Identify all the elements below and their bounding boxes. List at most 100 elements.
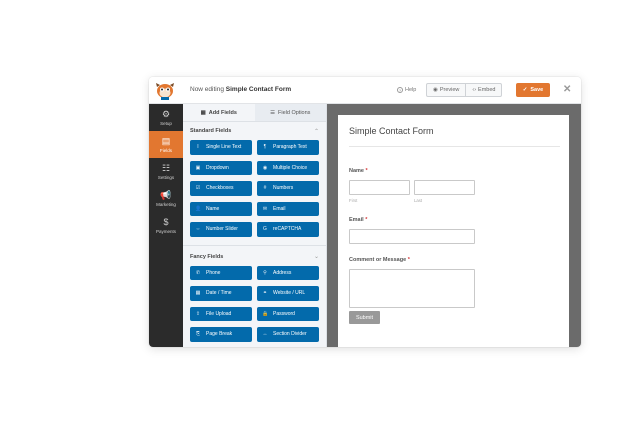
field-button-checkboxes[interactable]: ☑ Checkboxes [190, 181, 252, 196]
password-icon: 🔒 [262, 310, 269, 317]
field-button-address[interactable]: ⚲ Address [257, 265, 319, 280]
email-field-label: Email * [349, 217, 367, 223]
required-mark: * [407, 257, 410, 263]
close-icon[interactable]: ✕ [563, 84, 571, 96]
number-slider-icon: ⇔ [195, 226, 201, 233]
field-button-label: Number Slider [206, 226, 238, 233]
check-icon: ✓ [522, 87, 528, 93]
name-field-label: Name * [349, 168, 368, 174]
email-input[interactable] [349, 229, 475, 244]
field-button-label: Password [273, 310, 295, 317]
comment-textarea[interactable] [349, 269, 475, 308]
field-button-file-upload[interactable]: ⇪ File Upload [190, 306, 252, 321]
tab-field-options[interactable]: ☰ Field Options [254, 104, 326, 121]
help-icon: ? [397, 87, 403, 93]
field-button-phone[interactable]: ✆ Phone [190, 265, 252, 280]
single-line-text-icon: I [197, 144, 199, 151]
first-sublabel: First [349, 198, 358, 203]
field-button-label: Name [206, 205, 220, 212]
field-button-website-url[interactable]: ⚭ Website / URL [257, 286, 319, 301]
form-preview-page: Simple Contact Form Name * First Last Em… [338, 115, 569, 347]
field-button-email[interactable]: ✉ Email [257, 201, 319, 216]
embed-label: Embed [478, 87, 496, 93]
fields-icon: ▤ [161, 135, 171, 146]
panel-tabs: ▦ Add Fields ☰ Field Options [183, 104, 326, 122]
editing-prefix: Now editing [190, 86, 224, 93]
sidebar-item-setup[interactable]: ⚙ Setup [149, 104, 183, 131]
sidebar-item-label: Marketing [156, 201, 176, 207]
preview-button[interactable]: ◉ Preview [427, 84, 465, 96]
gear-icon: ⚙ [161, 108, 171, 119]
first-name-input[interactable] [349, 180, 410, 195]
field-button-date-time[interactable]: ▦ Date / Time [190, 286, 252, 301]
checkboxes-icon: ☑ [195, 185, 201, 192]
field-button-dropdown[interactable]: ▣ Dropdown [190, 160, 252, 175]
field-button-page-break[interactable]: ⎘ Page Break [190, 327, 252, 342]
website-url-icon: ⚭ [262, 290, 268, 297]
sidebar-item-payments[interactable]: $ Payments [149, 212, 183, 239]
wpforms-logo [154, 80, 176, 101]
editing-status: Now editing Simple Contact Form [190, 86, 291, 93]
field-button-name[interactable]: 👤 Name [190, 201, 252, 216]
field-button-paragraph-text[interactable]: ¶ Paragraph Text [257, 140, 319, 155]
builder-sidebar: ⚙ Setup ▤ Fields ☷ Settings 📢 Marketing $ Payment… [149, 104, 183, 347]
field-button-label: Phone [206, 269, 221, 276]
field-button-label: Date / Time [206, 290, 232, 297]
tab-add-fields[interactable]: ▦ Add Fields [183, 104, 255, 121]
paragraph-text-icon: ¶ [263, 144, 267, 151]
field-button-label: Paragraph Text [273, 144, 307, 151]
form-preview-area: Simple Contact Form Name * First Last Em… [327, 104, 581, 347]
field-button-label: Checkboxes [206, 185, 234, 192]
embed-button[interactable]: ‹› Embed [465, 84, 501, 96]
field-button-label: Page Break [206, 331, 233, 338]
save-button[interactable]: ✓ Save [516, 83, 550, 97]
field-button-label: reCAPTCHA [273, 226, 302, 233]
help-label: Help [405, 87, 417, 93]
sidebar-item-label: Settings [157, 174, 175, 180]
dollar-icon: $ [163, 216, 169, 227]
submit-button[interactable]: Submit [349, 311, 380, 324]
sidebar-item-settings[interactable]: ☷ Settings [149, 158, 183, 185]
field-button-label: Single Line Text [206, 144, 242, 151]
chevron-down-icon: ⌄ [313, 254, 319, 260]
field-button-recaptcha[interactable]: GreCAPTCHA [257, 222, 319, 237]
fancy-fields-header[interactable]: Fancy Fields ⌄ [183, 248, 326, 266]
last-name-input[interactable] [414, 180, 475, 195]
field-button-numbers[interactable]: # Numbers [257, 181, 319, 196]
field-button-multiple-choice[interactable]: ◉ Multiple Choice [257, 160, 319, 175]
preview-label: Preview [439, 87, 460, 93]
field-button-label: Dropdown [206, 164, 229, 171]
phone-icon: ✆ [195, 269, 201, 276]
form-title: Simple Contact Form [349, 126, 434, 136]
multiple-choice-icon: ◉ [262, 164, 268, 171]
field-button-label: File Upload [206, 310, 232, 317]
tab-field-options-label: Field Options [278, 109, 311, 116]
sidebar-item-label: Fields [159, 147, 172, 153]
tab-add-fields-label: Add Fields [208, 109, 237, 116]
page-break-icon: ⎘ [195, 331, 200, 338]
help-link[interactable]: ? Help [397, 87, 416, 93]
field-button-label: Email [273, 205, 286, 212]
chevron-up-icon: ⌃ [313, 128, 319, 135]
form-builder-window: Now editing Simple Contact Form ? Help ◉… [149, 77, 581, 347]
eye-icon: ◉ [433, 87, 438, 93]
email-icon: ✉ [262, 205, 268, 212]
address-icon: ⚲ [263, 269, 267, 276]
top-bar: Now editing Simple Contact Form ? Help ◉… [149, 77, 581, 104]
required-mark: * [365, 217, 368, 223]
standard-fields-header[interactable]: Standard Fields ⌃ [183, 122, 326, 140]
dropdown-icon: ▣ [195, 164, 201, 171]
section-divider [183, 244, 326, 246]
megaphone-icon: 📢 [160, 189, 172, 200]
field-button-number-slider[interactable]: ⇔ Number Slider [190, 222, 252, 237]
field-button-single-line-text[interactable]: I Single Line Text [190, 140, 252, 155]
sidebar-item-fields[interactable]: ▤ Fields [149, 131, 183, 158]
field-button-section-divider[interactable]: ↔ Section Divider [257, 327, 319, 342]
fancy-fields-grid: ✆ Phone ⚲ Address ▦ Date / Time ⚭ Website / URL… [183, 265, 326, 342]
field-button-password[interactable]: 🔒 Password [257, 306, 319, 321]
sidebar-item-label: Setup [160, 120, 172, 126]
field-button-label: Numbers [273, 185, 294, 192]
preview-embed-group: ◉ Preview ‹› Embed [426, 83, 503, 97]
date-time-icon: ▦ [195, 290, 201, 297]
sidebar-item-marketing[interactable]: 📢 Marketing [149, 185, 183, 212]
